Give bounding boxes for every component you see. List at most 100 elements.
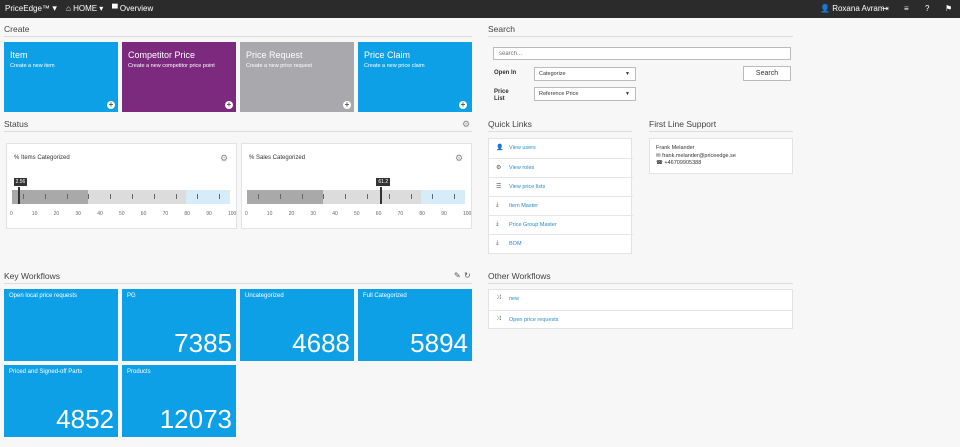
quick-link-label: Item Master [509, 203, 539, 209]
create-price-request-tile[interactable]: Price Request Create a new price request [240, 42, 354, 112]
gauge-tick [197, 194, 199, 199]
gauge-tick-label: 0 [245, 211, 248, 217]
create-section-title: Create [4, 24, 472, 37]
gauge-tick [44, 194, 46, 199]
list-item[interactable]: ⤨ new [489, 290, 792, 309]
gauge-tick-label: 20 [288, 211, 295, 217]
tile-title: Item [10, 50, 28, 60]
support-title: First Line Support [649, 119, 793, 132]
workflow-tile[interactable]: Full Categorized 5894 [358, 289, 472, 361]
tile-title: Competitor Price [128, 50, 196, 60]
workflow-tile[interactable]: Products 12073 [122, 365, 236, 437]
gauge-tick [110, 194, 112, 199]
help-icon[interactable]: ? [925, 4, 929, 13]
gauge-tick [257, 194, 259, 199]
tile-subtitle: Create a new price request [246, 63, 313, 69]
workflow-value: 7385 [174, 328, 232, 358]
gauge-tick-label: 100 [228, 211, 237, 217]
workflow-tile[interactable]: Uncategorized 4688 [240, 289, 354, 361]
other-workflows-title: Other Workflows [488, 271, 793, 284]
gauge-tick-label: 50 [354, 211, 360, 217]
plus-icon[interactable] [343, 100, 351, 110]
gear-icon[interactable]: ⚙ [462, 119, 470, 130]
gauge-needle [17, 187, 20, 204]
gauge-tick [88, 194, 90, 199]
open-in-value: Categorize [539, 71, 566, 77]
workflow-value: 12073 [159, 404, 232, 434]
quick-link-item[interactable]: ⤓ BOM [489, 234, 633, 253]
price-list-select[interactable]: Reference Price ▼ [534, 87, 636, 101]
tile-title: Price Request [246, 50, 303, 60]
database-icon[interactable]: ≡ [904, 4, 909, 13]
logout-icon[interactable]: ⇥ [882, 4, 889, 13]
shuffle-icon: ⤨ [496, 295, 501, 301]
quick-link-label: View users [509, 145, 536, 151]
gauge-tick-label: 60 [375, 211, 382, 217]
workflow-link: Open price requests [509, 317, 559, 323]
quick-link-label: View price lists [509, 184, 546, 190]
gauge-value-marker: 61.2 [376, 178, 391, 186]
home-menu[interactable]: ⌂ HOME ▾ [66, 4, 103, 13]
gauge-band [186, 190, 230, 204]
refresh-icon[interactable]: ↻ [464, 271, 471, 280]
user-icon: 👤 [496, 145, 504, 151]
gauge-tick [323, 194, 325, 199]
gauge-tick [219, 194, 221, 199]
user-icon: 👤 [820, 4, 830, 13]
gauge-tick [454, 194, 456, 199]
price-list-value: Reference Price [539, 91, 579, 97]
gauge-tick [432, 194, 434, 199]
list-item[interactable]: ⤨ Open price requests [489, 310, 792, 329]
gear-icon[interactable]: ⚙ [220, 153, 228, 164]
create-item-tile[interactable]: Item Create a new item [4, 42, 118, 112]
brand-label: PriceEdge™ [5, 4, 50, 13]
gauge-tick [410, 194, 412, 199]
gauge-tick [131, 194, 133, 199]
quick-link-item[interactable]: 👤 View users [489, 139, 633, 158]
quick-links-list: 👤 View users ⚙ View roles ☰ View price lists ⤓… [488, 138, 633, 254]
envelope-icon: ✉ [656, 153, 661, 159]
gauge-tick-label: 70 [162, 211, 169, 217]
create-price-claim-tile[interactable]: Price Claim Create a new price claim [358, 42, 472, 112]
tile-subtitle: Create a new item [10, 63, 55, 69]
search-button[interactable]: Search [743, 66, 791, 81]
edit-icon[interactable]: ✎ [454, 271, 461, 280]
overview-link[interactable]: ▀ Overview [112, 4, 153, 13]
workflow-tile[interactable]: Priced and Signed-off Parts 4852 [4, 365, 118, 437]
create-competitor-price-tile[interactable]: Competitor Price Create a new competitor… [122, 42, 236, 112]
list-icon: ☰ [496, 184, 502, 190]
brand-menu[interactable]: PriceEdge™ ▾ [5, 3, 57, 14]
plus-icon[interactable] [459, 100, 467, 110]
quick-link-item[interactable]: ⚙ View roles [489, 158, 633, 177]
gauge-tick [175, 194, 177, 199]
gauge-band [421, 190, 465, 204]
flag-icon[interactable]: ⚑ [945, 4, 952, 13]
workflow-value: 4852 [56, 404, 114, 434]
quick-link-item[interactable]: ⤓ Item Master [489, 196, 633, 215]
gear-icon[interactable]: ⚙ [455, 153, 463, 164]
quick-link-item[interactable]: ⤓ Price Group Master [489, 215, 633, 234]
plus-icon[interactable] [107, 100, 115, 110]
gauge-tick-label: 90 [206, 211, 212, 217]
user-menu[interactable]: 👤 Roxana Avram [820, 4, 885, 13]
overview-label: Overview [119, 4, 154, 13]
gauge-tick-label: 80 [419, 211, 425, 217]
workflow-tile[interactable]: Open local price requests [4, 289, 118, 361]
home-label: HOME [73, 4, 98, 13]
workflow-tile[interactable]: PG 7385 [122, 289, 236, 361]
gauge-needle [380, 187, 383, 204]
workflow-label: PG [127, 293, 136, 299]
gauge-tick-label: 40 [332, 211, 338, 217]
search-input[interactable] [493, 47, 791, 60]
home-icon: ⌂ [66, 4, 71, 13]
quick-link-item[interactable]: ☰ View price lists [489, 177, 633, 196]
quick-links-title: Quick Links [488, 119, 632, 132]
gauge-tick-label: 10 [31, 211, 38, 217]
gauge-tick-label: 10 [266, 211, 273, 217]
gauge-tick-label: 60 [140, 211, 147, 217]
quick-link-label: Price Group Master [509, 222, 557, 228]
support-email-row[interactable]: ✉ frank.melander@priceedge.se [656, 153, 736, 159]
plus-icon[interactable] [225, 100, 233, 110]
items-categorized-gauge-card: % Items Categorized ⚙ 2.56 0 10 20 30 40 50 60 7… [6, 143, 237, 229]
open-in-select[interactable]: Categorize ▼ [534, 67, 636, 81]
